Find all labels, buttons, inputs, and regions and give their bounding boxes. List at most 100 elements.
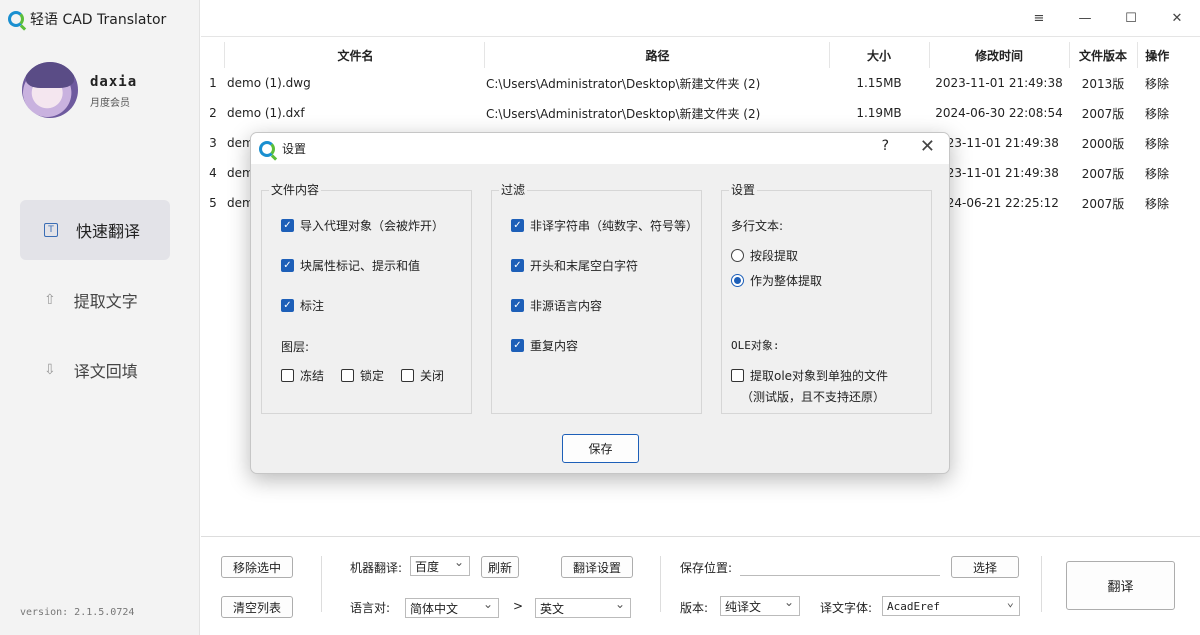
translate-button[interactable]: 翻译 [1066,561,1175,610]
remove-link[interactable]: 移除 [1137,158,1177,188]
translate-settings-button[interactable]: 翻译设置 [561,556,633,578]
row-index: 4 [209,166,217,180]
version-label: 版本: [680,601,709,615]
checkbox-dimensions[interactable]: ✓ 标注 [281,297,324,314]
avatar[interactable] [22,62,78,118]
text-icon: T [44,223,58,237]
choose-folder-button[interactable]: 选择 [951,556,1019,578]
clear-list-button[interactable]: 清空列表 [221,596,293,618]
membership-badge: 月度会员 [90,98,130,109]
help-button[interactable]: ? [882,138,889,154]
remove-selected-button[interactable]: 移除选中 [221,556,293,578]
save-button[interactable]: 保存 [562,434,639,463]
row-modified: 2024-06-30 22:08:54 [935,106,1063,120]
layer-label: 图层: [281,340,310,354]
checkbox-label: 提取ole对象到单独的文件 [750,369,889,383]
refresh-button[interactable]: 刷新 [481,556,519,578]
header-path[interactable]: 路径 [484,42,830,68]
checkbox-label: 冻结 [300,369,325,383]
table-row[interactable]: 1 demo (1).dwg C:\Users\Administrator\De… [202,68,1177,98]
radio-as-whole[interactable]: 作为整体提取 [731,272,822,289]
group-title: 过滤 [499,181,528,198]
nav-item-quick-translate[interactable]: T 快速翻译 [20,200,170,260]
checkbox-label: 开头和末尾空白字符 [530,259,639,273]
dialog-close-button[interactable]: ✕ [920,136,935,157]
row-index: 3 [209,136,217,150]
checkbox-non-translatable[interactable]: ✓ 非译字符串（纯数字、符号等） [511,217,698,234]
nav-item-label: 译文回填 [73,362,138,381]
table-header: 文件名 路径 大小 修改时间 文件版本 操作 [202,42,1177,68]
output-version-select[interactable]: 纯译文 [720,595,800,616]
username: daxia [90,74,138,90]
app-logo-icon [259,140,275,157]
upload-icon: ⇧ [44,292,56,308]
close-button[interactable]: ✕ [1154,0,1200,36]
header-index [202,42,225,68]
row-version: 2013版 [1081,76,1125,91]
app-logo-icon [8,11,24,27]
download-icon: ⇩ [44,362,56,378]
app-title: 轻语 CAD Translator [8,9,166,29]
nav-item-backfill[interactable]: ⇩ 译文回填 [20,340,170,400]
table-row[interactable]: 2 demo (1).dxf C:\Users\Administrator\De… [202,98,1177,128]
target-language-select[interactable]: 英文 [535,597,631,618]
maximize-button[interactable]: ☐ [1108,0,1154,36]
checkbox-box [731,369,744,382]
sidebar: 轻语 CAD Translator daxia 月度会员 T 快速翻译 ⇧ 提取… [0,0,200,635]
engine-select[interactable]: 百度 [410,555,470,576]
checkbox-block-attributes[interactable]: ✓ 块属性标记、提示和值 [281,257,420,274]
row-version: 2000版 [1081,136,1125,151]
save-location-input[interactable] [740,556,940,576]
window-controls: ≡ — ☐ ✕ [1016,0,1200,36]
checkbox-extract-ole[interactable]: 提取ole对象到单独的文件 [731,367,888,384]
remove-link[interactable]: 移除 [1137,98,1177,128]
minimize-button[interactable]: — [1062,0,1108,36]
check-icon: ✓ [281,299,294,312]
header-action: 操作 [1145,48,1170,63]
source-language-select[interactable]: 简体中文 [405,597,499,618]
divider [1041,556,1042,612]
multiline-label: 多行文本: [731,219,784,233]
checkbox-layer-off[interactable]: 关闭 [401,367,444,384]
group-title: 设置 [729,181,758,198]
menu-button[interactable]: ≡ [1016,0,1062,36]
row-version: 2007版 [1081,166,1125,181]
nav-item-label: 快速翻译 [76,222,141,241]
check-icon: ✓ [511,339,524,352]
checkbox-layer-frozen[interactable]: 冻结 [281,367,324,384]
nav-item-label: 提取文字 [73,292,138,311]
divider [660,556,661,612]
row-size: 1.19MB [856,106,902,120]
save-location-label: 保存位置: [680,561,733,575]
row-modified: 023-11-01 21:49:38 [939,166,1059,180]
version-text: version: 2.1.5.0724 [20,607,135,618]
remove-link[interactable]: 移除 [1137,128,1177,158]
nav-item-extract-text[interactable]: ⇧ 提取文字 [20,270,170,330]
bottom-toolbar [201,536,1200,635]
checkbox-import-proxy[interactable]: ✓ 导入代理对象（会被炸开） [281,217,444,234]
checkbox-label: 导入代理对象（会被炸开） [300,219,445,233]
row-version: 2007版 [1081,196,1125,211]
row-modified: 2023-11-01 21:49:38 [935,76,1063,90]
checkbox-layer-locked[interactable]: 锁定 [341,367,384,384]
checkbox-non-source-language[interactable]: ✓ 非源语言内容 [511,297,602,314]
dialog-titlebar: 设置 [251,133,949,164]
dialog-title: 设置 [282,142,307,156]
row-path: C:\Users\Administrator\Desktop\新建文件夹 (2) [486,106,761,121]
radio-by-paragraph[interactable]: 按段提取 [731,247,798,264]
header-size[interactable]: 大小 [829,42,930,68]
font-select[interactable]: AcadEref [882,595,1020,616]
row-filename: demo (1).dxf [227,106,305,120]
checkbox-duplicates[interactable]: ✓ 重复内容 [511,337,578,354]
ole-note: （测试版，且不支持还原） [741,390,886,404]
arrow-icon: > [513,599,524,613]
radio-circle [731,249,744,262]
remove-link[interactable]: 移除 [1137,68,1177,98]
row-filename: demo (1).dwg [227,76,311,90]
header-version[interactable]: 文件版本 [1069,42,1138,68]
header-modified[interactable]: 修改时间 [929,42,1070,68]
remove-link[interactable]: 移除 [1137,188,1177,218]
checkbox-whitespace[interactable]: ✓ 开头和末尾空白字符 [511,257,638,274]
checkbox-label: 关闭 [420,369,445,383]
header-filename[interactable]: 文件名 [224,42,485,68]
